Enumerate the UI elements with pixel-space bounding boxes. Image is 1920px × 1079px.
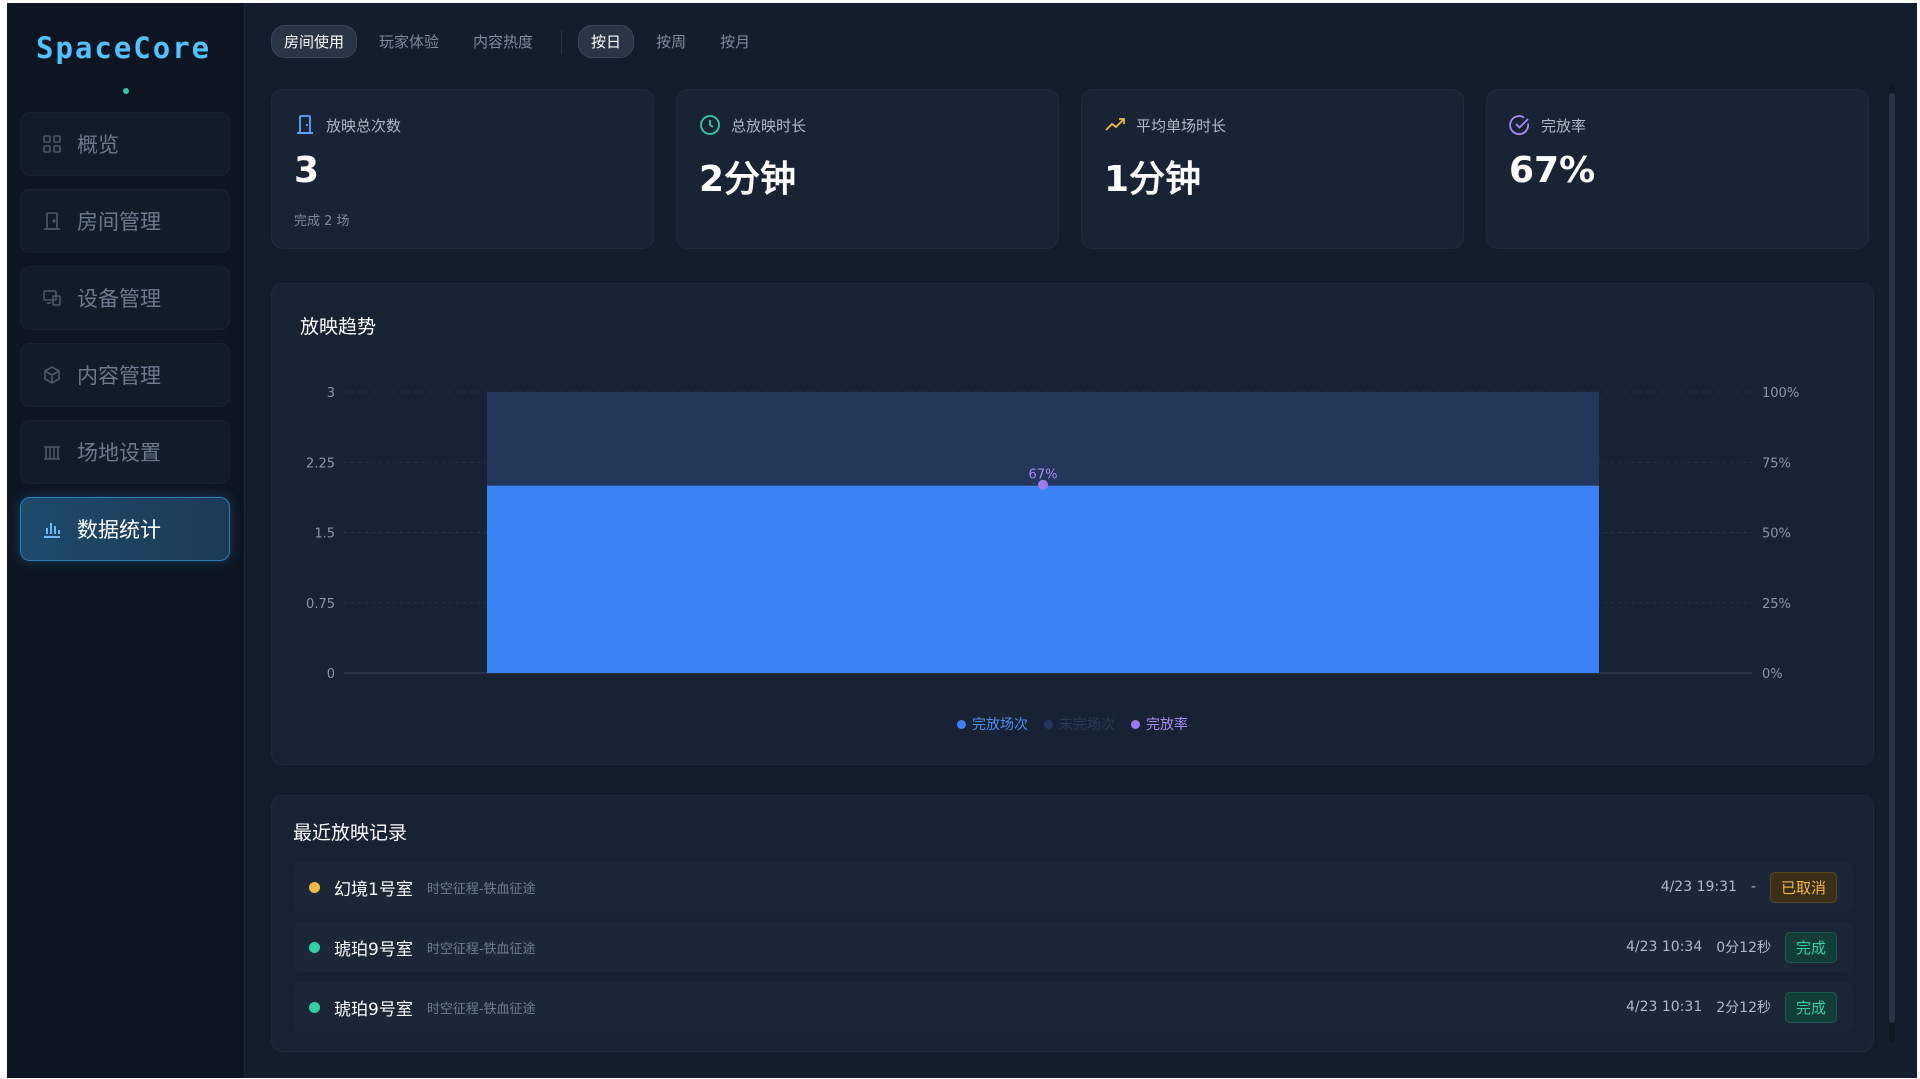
- y-tick-label: 0: [327, 667, 335, 682]
- sidebar-item-label: 房间管理: [77, 210, 161, 234]
- kpi-label: 完放率: [1541, 116, 1587, 135]
- kpi-card-total-duration: 总放映时长 2分钟: [676, 89, 1059, 249]
- app-logo[interactable]: SpaceCore: [36, 31, 211, 65]
- legend-item-rate[interactable]: 完放率: [1131, 714, 1188, 734]
- y2-tick-label: 100%: [1762, 386, 1799, 401]
- tab-period-day[interactable]: 按日: [578, 25, 635, 58]
- y2-tick-label: 25%: [1762, 597, 1791, 612]
- venue-icon: [41, 441, 63, 463]
- door-icon: [294, 114, 316, 136]
- record-row[interactable]: 琥珀9号室 时空征程-铁血征途 4/23 10:34 0分12秒 完成: [293, 922, 1853, 972]
- sidebar-item-label: 内容管理: [77, 364, 161, 388]
- status-dot: [309, 881, 320, 893]
- record-time: 4/23 10:31: [1626, 999, 1703, 1015]
- records-list: 幻境1号室 时空征程-铁血征途 4/23 19:31 - 已取消 琥珀9号室 时…: [293, 862, 1853, 1042]
- record-content-title: 时空征程-铁血征途: [426, 881, 536, 897]
- kpi-card-avg-duration: 平均单场时长 1分钟: [1081, 89, 1464, 249]
- tab-player-experience[interactable]: 玩家体验: [367, 26, 451, 57]
- kpi-value: 1分钟: [1104, 159, 1202, 200]
- kpi-card-completion-rate: 完放率 67%: [1486, 89, 1869, 249]
- y2-tick-label: 75%: [1762, 456, 1791, 471]
- trend-chart-panel: 放映趋势 0 0.75 1.5 2.25 3 0% 25% 50% 75% 100% 67% 完放场…: [271, 283, 1874, 765]
- status-badge: 完成: [1784, 991, 1837, 1023]
- bar-completed: [487, 485, 1599, 673]
- record-row[interactable]: 琥珀9号室 时空征程-铁血征途 4/23 10:31 2分12秒 完成: [293, 982, 1853, 1032]
- legend-dot: [1044, 719, 1053, 729]
- sidebar-item-statistics[interactable]: 数据统计: [20, 497, 230, 561]
- kpi-subtext: 完成 2 场: [294, 214, 350, 229]
- tab-divider: [561, 29, 563, 54]
- record-room: 幻境1号室: [334, 879, 413, 900]
- kpi-card-total-screenings: 放映总次数 3 完成 2 场: [271, 89, 654, 249]
- kpi-value: 3: [294, 150, 320, 191]
- record-room: 琥珀9号室: [334, 939, 413, 960]
- sidebar-item-label: 数据统计: [77, 518, 161, 542]
- legend-item-incomplete[interactable]: 未完场次: [1044, 714, 1115, 734]
- record-room: 琥珀9号室: [334, 999, 413, 1020]
- kpi-cards: 放映总次数 3 完成 2 场 总放映时长 2分钟 平均单场时长 1分钟 完放率 …: [271, 89, 1869, 249]
- record-content-title: 时空征程-铁血征途: [426, 941, 536, 957]
- recent-records-panel: 最近放映记录 幻境1号室 时空征程-铁血征途 4/23 19:31 - 已取消 …: [271, 795, 1874, 1052]
- devices-icon: [41, 287, 63, 309]
- tab-content-popularity[interactable]: 内容热度: [461, 26, 545, 57]
- record-duration: -: [1750, 879, 1756, 895]
- cube-icon: [41, 364, 63, 386]
- status-dot: [309, 1001, 320, 1013]
- legend-label: 未完场次: [1059, 717, 1115, 733]
- tab-room-usage[interactable]: 房间使用: [271, 25, 358, 58]
- grid-icon: [41, 133, 63, 155]
- legend-item-completed[interactable]: 完放场次: [957, 714, 1028, 734]
- sidebar-item-label: 设备管理: [77, 287, 161, 311]
- legend-dot: [957, 719, 966, 729]
- legend-dot: [1131, 719, 1140, 729]
- sidebar-item-label: 概览: [77, 133, 119, 157]
- y2-tick-label: 50%: [1762, 527, 1791, 542]
- legend-label: 完放场次: [972, 717, 1028, 733]
- record-content-title: 时空征程-铁血征途: [426, 1001, 536, 1017]
- y-tick-label: 1.5: [314, 527, 335, 542]
- y-tick-label: 2.25: [306, 456, 335, 471]
- record-duration: 0分12秒: [1716, 940, 1771, 956]
- status-badge: 已取消: [1769, 871, 1837, 903]
- record-time: 4/23 19:31: [1660, 879, 1737, 895]
- sidebar-item-devices[interactable]: 设备管理: [20, 266, 230, 330]
- sidebar-item-overview[interactable]: 概览: [20, 112, 230, 176]
- kpi-label: 平均单场时长: [1136, 116, 1227, 135]
- filter-tabs: 房间使用 玩家体验 内容热度 按日 按周 按月: [271, 25, 762, 58]
- door-icon: [41, 210, 63, 232]
- record-duration: 2分12秒: [1716, 1000, 1771, 1016]
- record-row[interactable]: 幻境1号室 时空征程-铁血征途 4/23 19:31 - 已取消: [293, 862, 1853, 912]
- tab-period-month[interactable]: 按月: [708, 26, 762, 57]
- sidebar-item-content[interactable]: 内容管理: [20, 343, 230, 407]
- clock-icon: [699, 114, 721, 136]
- record-time: 4/23 10:34: [1626, 939, 1703, 955]
- scrollbar-thumb[interactable]: [1889, 93, 1895, 1023]
- sidebar-nav: 概览 房间管理 设备管理 内容管理 场地设置 数据统计: [20, 112, 230, 574]
- main-scrollbar[interactable]: [1889, 83, 1895, 1043]
- sidebar-item-label: 场地设置: [77, 441, 161, 465]
- tab-period-week[interactable]: 按周: [644, 26, 698, 57]
- sidebar: SpaceCore 概览 房间管理 设备管理 内容管理 场地设置 数据统计: [7, 3, 245, 1078]
- trend-chart: 0 0.75 1.5 2.25 3 0% 25% 50% 75% 100% 67%: [306, 386, 1799, 682]
- chart-legend: 完放场次 未完场次 完放率: [272, 714, 1873, 734]
- y-tick-label: 0.75: [306, 597, 335, 612]
- logo-indicator-dot: [123, 88, 129, 94]
- status-dot: [309, 941, 320, 953]
- kpi-label: 放映总次数: [326, 116, 402, 135]
- y-tick-label: 3: [327, 386, 335, 401]
- rate-data-label: 67%: [1029, 468, 1058, 483]
- sidebar-item-venue[interactable]: 场地设置: [20, 420, 230, 484]
- records-title: 最近放映记录: [293, 822, 408, 844]
- legend-label: 完放率: [1146, 717, 1188, 733]
- y2-tick-label: 0%: [1762, 667, 1783, 682]
- status-badge: 完成: [1784, 931, 1837, 963]
- trend-up-icon: [1104, 114, 1126, 136]
- sidebar-item-rooms[interactable]: 房间管理: [20, 189, 230, 253]
- kpi-value: 67%: [1509, 150, 1596, 191]
- kpi-value: 2分钟: [699, 159, 797, 200]
- kpi-label: 总放映时长: [731, 116, 807, 135]
- bar-chart-icon: [41, 518, 63, 540]
- check-circle-icon: [1509, 114, 1531, 136]
- app-window: SpaceCore 概览 房间管理 设备管理 内容管理 场地设置 数据统计 房间…: [7, 3, 1917, 1078]
